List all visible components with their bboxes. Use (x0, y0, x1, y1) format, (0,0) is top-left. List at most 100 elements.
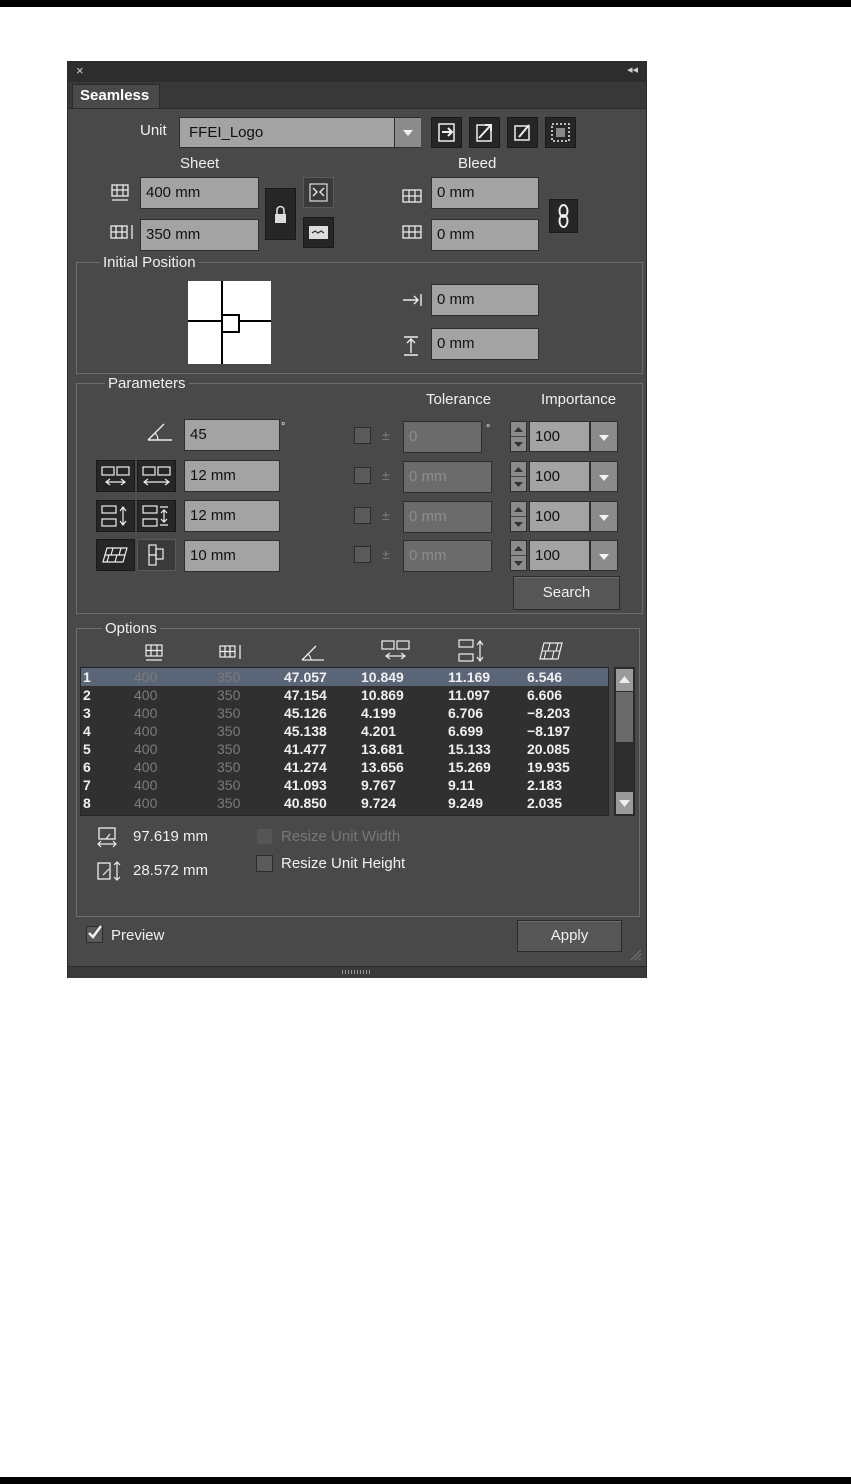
collapse-icon[interactable]: ◂◂ (627, 63, 638, 76)
table-row[interactable]: 1 400 350 47.057 10.849 11.169 6.546 (81, 668, 608, 686)
position-marker[interactable] (221, 314, 240, 333)
column-vertical-gap-icon (456, 639, 490, 663)
vertical-gap-field[interactable]: 12 mm (184, 500, 280, 532)
horizontal-gap-field[interactable]: 12 mm (184, 460, 280, 492)
table-row[interactable]: 3 400 350 45.126 4.199 6.706 −8.203 (81, 704, 608, 722)
chevron-down-icon[interactable] (394, 118, 421, 147)
vertical-gap-mode-a-icon[interactable] (96, 500, 135, 532)
vertical-tolerance-field[interactable]: 0 mm (403, 501, 492, 533)
angle-field[interactable]: 45 (184, 419, 280, 451)
horizontal-importance-stepper[interactable] (510, 461, 527, 492)
initial-position-group (76, 262, 643, 374)
row-index: 1 (83, 669, 91, 685)
close-icon[interactable]: × (76, 63, 84, 78)
row-height: 350 (217, 741, 241, 757)
column-offset-icon[interactable] (137, 539, 176, 571)
chevron-down-icon[interactable] (590, 540, 618, 571)
row-offset: 2.183 (527, 777, 563, 793)
row-vertical-gap: 11.169 (448, 669, 491, 685)
row-offset: −8.203 (527, 705, 571, 721)
fit-sheet-icon[interactable] (303, 177, 334, 208)
scroll-up-icon[interactable] (616, 669, 633, 691)
chevron-down-icon[interactable] (590, 421, 618, 452)
row-horizontal-gap: 4.201 (361, 723, 397, 739)
sheet-height-field[interactable]: 350 mm (140, 219, 259, 251)
horizontal-gap-mode-b-icon[interactable] (137, 460, 176, 492)
table-row[interactable]: 7 400 350 41.093 9.767 9.11 2.183 (81, 776, 608, 794)
row-width: 400 (134, 777, 158, 793)
offset-importance-select[interactable]: 100 (529, 540, 618, 571)
x-offset-field[interactable]: 0 mm (431, 284, 539, 316)
brick-offset-icon[interactable] (96, 539, 135, 571)
chevron-down-icon[interactable] (590, 461, 618, 492)
bleed-vertical-field[interactable]: 0 mm (431, 219, 539, 251)
unit-dropdown-value: FFEI_Logo (189, 124, 264, 141)
vertical-tolerance-checkbox[interactable] (354, 507, 371, 524)
bleed-horizontal-field[interactable]: 0 mm (431, 177, 539, 209)
offset-tolerance-checkbox[interactable] (354, 546, 371, 563)
scroll-down-icon[interactable] (616, 792, 633, 814)
row-angle: 40.850 (284, 795, 327, 811)
row-width: 400 (134, 669, 158, 685)
angle-tolerance-checkbox[interactable] (354, 427, 371, 444)
link-chain-icon[interactable] (549, 199, 578, 233)
row-vertical-gap: 9.249 (448, 795, 484, 811)
edit-unit-icon[interactable] (507, 117, 538, 148)
export-unit-icon[interactable] (469, 117, 500, 148)
table-row[interactable]: 4 400 350 45.138 4.201 6.699 −8.197 (81, 722, 608, 740)
angle-tolerance-field[interactable]: 0 (403, 421, 482, 453)
position-grid[interactable] (188, 281, 271, 364)
angle-plus-minus: ± (382, 427, 390, 443)
table-row[interactable]: 5 400 350 41.477 13.681 15.133 20.085 (81, 740, 608, 758)
horizontal-importance-select[interactable]: 100 (529, 461, 618, 492)
apply-button[interactable]: Apply (517, 920, 622, 952)
x-offset-icon (401, 293, 423, 307)
row-angle: 47.057 (284, 669, 327, 685)
resize-bar[interactable] (68, 966, 646, 978)
table-row[interactable]: 6 400 350 41.274 13.656 15.269 19.935 (81, 758, 608, 776)
options-scrollbar[interactable] (614, 667, 635, 816)
row-vertical-gap: 6.699 (448, 723, 484, 739)
parameters-label: Parameters (105, 376, 189, 392)
offset-field[interactable]: 10 mm (184, 540, 280, 572)
vertical-importance-stepper[interactable] (510, 501, 527, 532)
column-offset-icon (537, 641, 565, 661)
horizontal-tolerance-checkbox[interactable] (354, 467, 371, 484)
vertical-gap-mode-b-icon[interactable] (137, 500, 176, 532)
row-angle: 41.274 (284, 759, 327, 775)
row-horizontal-gap: 9.767 (361, 777, 397, 793)
table-row[interactable]: 8 400 350 40.850 9.724 9.249 2.035 (81, 794, 608, 812)
scroll-thumb[interactable] (616, 692, 633, 742)
tab-seamless[interactable]: Seamless (72, 84, 160, 108)
options-table[interactable]: 1 400 350 47.057 10.849 11.169 6.546 2 400 350 47.… (80, 667, 609, 816)
row-index: 7 (83, 777, 91, 793)
unit-bounds-icon[interactable] (545, 117, 576, 148)
angle-importance-select[interactable]: 100 (529, 421, 618, 452)
horizontal-tolerance-field[interactable]: 0 mm (403, 461, 492, 493)
horizontal-gap-mode-a-icon[interactable] (96, 460, 135, 492)
resize-height-checkbox[interactable] (256, 855, 273, 872)
angle-importance-stepper[interactable] (510, 421, 527, 452)
resize-width-checkbox[interactable] (256, 828, 273, 845)
row-horizontal-gap: 13.681 (361, 741, 404, 757)
chevron-down-icon[interactable] (590, 501, 618, 532)
vertical-importance-select[interactable]: 100 (529, 501, 618, 532)
lock-icon[interactable] (265, 188, 296, 240)
unit-dropdown[interactable]: FFEI_Logo (179, 117, 421, 148)
initial-position-label: Initial Position (100, 255, 199, 271)
angle-importance-value: 100 (529, 421, 590, 452)
grip-icon[interactable] (342, 970, 372, 974)
import-unit-icon[interactable] (431, 117, 462, 148)
sheet-preview-icon[interactable] (303, 217, 334, 248)
resize-corner-icon[interactable] (628, 947, 642, 961)
horizontal-importance-value: 100 (529, 461, 590, 492)
search-button[interactable]: Search (513, 576, 620, 610)
row-horizontal-gap: 9.724 (361, 795, 397, 811)
y-offset-field[interactable]: 0 mm (431, 328, 539, 360)
offset-tolerance-field[interactable]: 0 mm (403, 540, 492, 572)
table-row[interactable]: 2 400 350 47.154 10.869 11.097 6.606 (81, 686, 608, 704)
sheet-width-field[interactable]: 400 mm (140, 177, 259, 209)
preview-checkbox[interactable] (86, 925, 103, 943)
offset-importance-stepper[interactable] (510, 540, 527, 571)
checkmark-icon (88, 925, 102, 939)
